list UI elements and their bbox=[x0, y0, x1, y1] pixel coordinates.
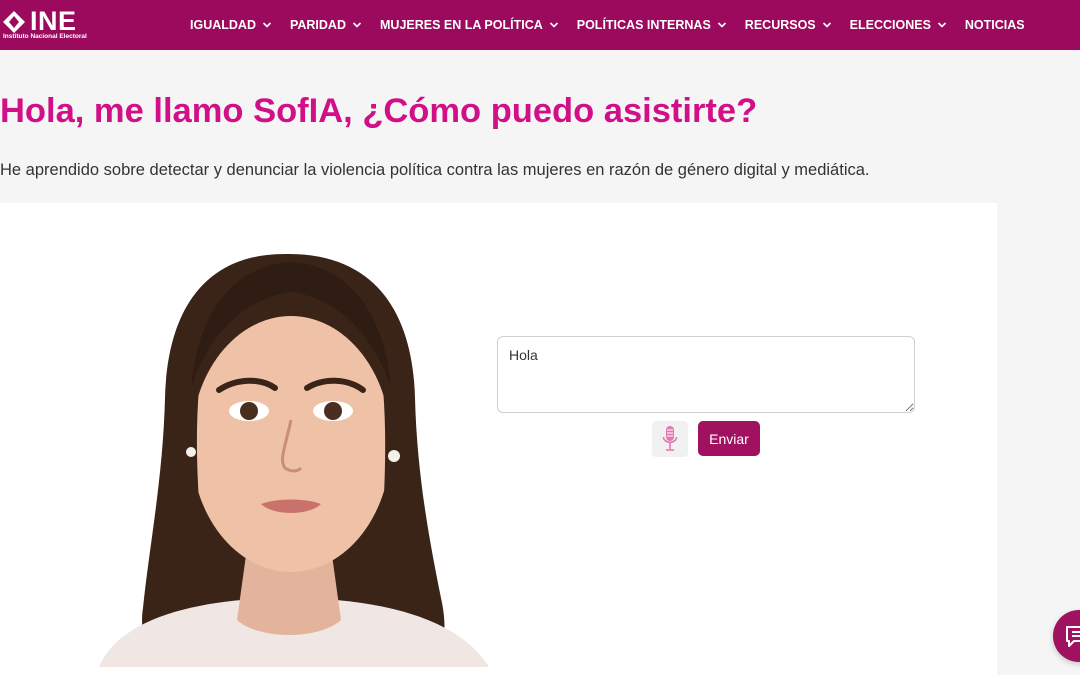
chevron-down-icon bbox=[717, 22, 726, 28]
chevron-down-icon bbox=[549, 22, 558, 28]
ine-logo-mark-icon bbox=[3, 11, 25, 33]
nav-item-politicas-internas[interactable]: POLÍTICAS INTERNAS bbox=[577, 18, 727, 32]
nav-item-label: POLÍTICAS INTERNAS bbox=[576, 18, 711, 32]
chat-widget-button[interactable] bbox=[1053, 610, 1080, 662]
microphone-button[interactable] bbox=[652, 421, 688, 457]
nav-item-igualdad[interactable]: IGUALDAD bbox=[190, 18, 272, 32]
chevron-down-icon bbox=[262, 22, 272, 28]
chevron-down-icon bbox=[822, 22, 831, 28]
message-input[interactable]: Hola bbox=[497, 336, 915, 413]
send-button[interactable]: Enviar bbox=[698, 421, 760, 456]
nav-item-label: IGUALDAD bbox=[190, 18, 256, 32]
nav-item-elecciones[interactable]: ELECCIONES bbox=[850, 18, 947, 32]
nav-item-label: NOTICIAS bbox=[964, 18, 1025, 32]
chat-icon bbox=[1066, 626, 1080, 647]
nav-item-label: ELECCIONES bbox=[849, 18, 931, 32]
microphone-icon bbox=[662, 426, 678, 451]
nav-item-recursos[interactable]: RECURSOS bbox=[745, 18, 832, 32]
main-nav: IGUALDAD PARIDAD MUJERES EN LA POLÍTICA … bbox=[190, 0, 1043, 50]
nav-item-paridad[interactable]: PARIDAD bbox=[290, 18, 362, 32]
logo-subtitle: Instituto Nacional Electoral bbox=[3, 33, 87, 40]
top-navigation-bar: INE Instituto Nacional Electoral IGUALDA… bbox=[0, 0, 1080, 50]
nav-item-label: MUJERES EN LA POLÍTICA bbox=[380, 18, 543, 32]
chevron-down-icon bbox=[352, 22, 362, 28]
page-subtitle: He aprendido sobre detectar y denunciar … bbox=[0, 161, 870, 179]
nav-item-label: RECURSOS bbox=[744, 18, 816, 32]
page-title: Hola, me llamo SofIA, ¿Cómo puedo asisti… bbox=[0, 92, 758, 130]
ine-logo[interactable]: INE Instituto Nacional Electoral bbox=[2, 6, 106, 43]
nav-item-mujeres-en-la-politica[interactable]: MUJERES EN LA POLÍTICA bbox=[380, 18, 559, 32]
assistant-avatar-image bbox=[79, 248, 498, 667]
nav-item-noticias[interactable]: NOTICIAS bbox=[965, 18, 1025, 32]
chevron-down-icon bbox=[937, 22, 946, 28]
nav-item-label: PARIDAD bbox=[289, 18, 346, 32]
